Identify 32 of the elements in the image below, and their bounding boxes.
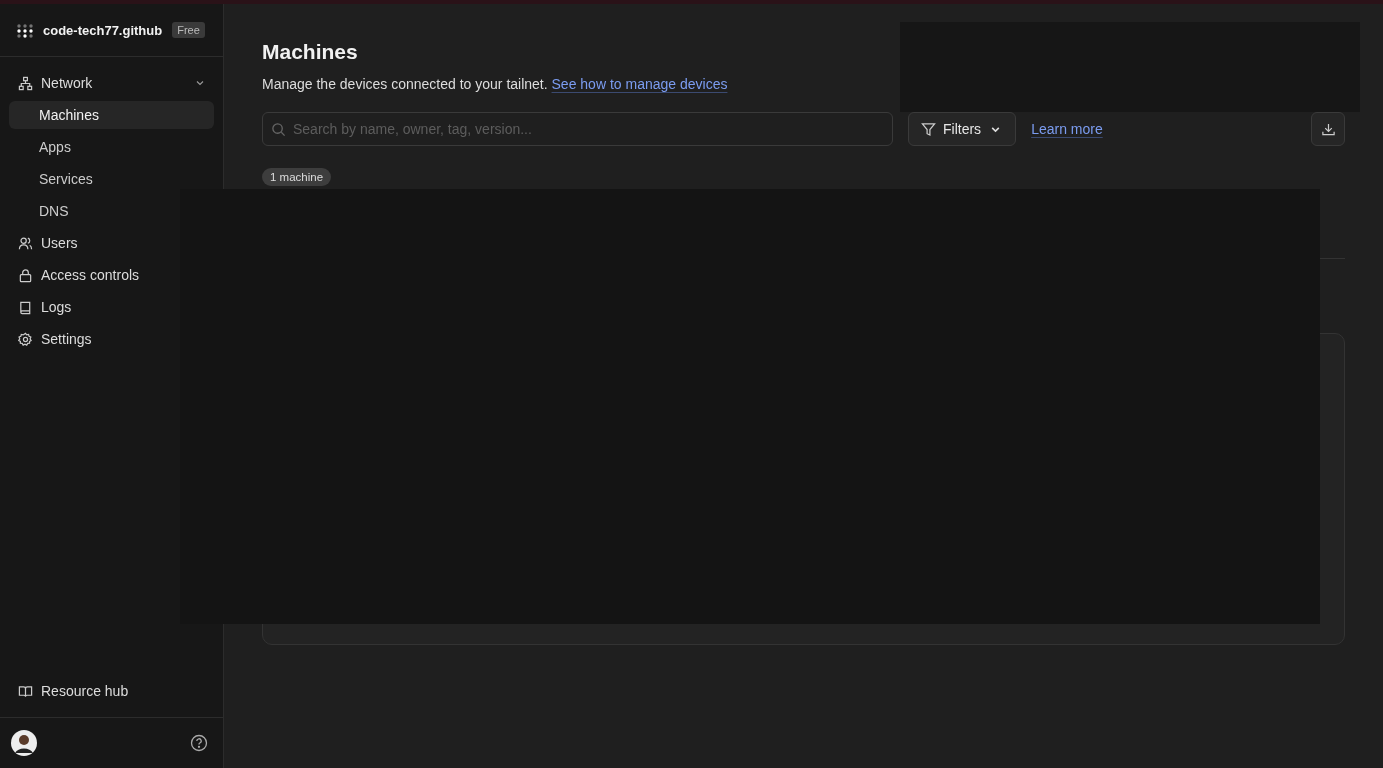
download-button[interactable] [1311, 112, 1345, 146]
machine-count-badge: 1 machine [262, 168, 332, 186]
search-icon [271, 122, 286, 137]
filters-button[interactable]: Filters [908, 112, 1017, 146]
funnel-icon [921, 121, 936, 137]
users-icon [18, 235, 33, 251]
settings-icon [18, 331, 33, 347]
avatar-icon[interactable] [11, 730, 37, 756]
nav-subitem[interactable]: DNS [9, 197, 214, 225]
page-description: Manage the devices connected to your tailnet. [262, 76, 548, 92]
nav-item[interactable]: Logs [9, 293, 214, 321]
nav-item[interactable]: Access controls [9, 261, 214, 289]
open-book-icon [18, 683, 33, 699]
download-icon [1320, 121, 1336, 137]
search-field[interactable]: Search by name, owner, tag, version... [262, 112, 893, 146]
resource-hub-link[interactable]: Resource hub [9, 677, 214, 705]
lock-icon [18, 267, 33, 283]
network-icon [18, 75, 33, 91]
nav-subitem[interactable]: Apps [9, 133, 214, 161]
dots-logo-icon [17, 22, 33, 38]
nav-item[interactable]: Settings [9, 325, 214, 353]
help-icon[interactable] [190, 734, 208, 752]
manage-devices-link[interactable]: See how to manage devices [551, 76, 728, 92]
plan-tag: Free [172, 22, 205, 38]
nav-subitem[interactable]: Machines [9, 101, 214, 129]
organization-name[interactable]: code-tech77.github [43, 22, 163, 38]
nav-item[interactable]: Network [9, 69, 214, 97]
nav-subitem[interactable]: Services [9, 165, 214, 193]
learn-more-link[interactable]: Learn more [1031, 121, 1103, 137]
book-icon [18, 299, 33, 315]
nav-item[interactable]: Users [9, 229, 214, 257]
page-title: Machines [262, 40, 359, 64]
